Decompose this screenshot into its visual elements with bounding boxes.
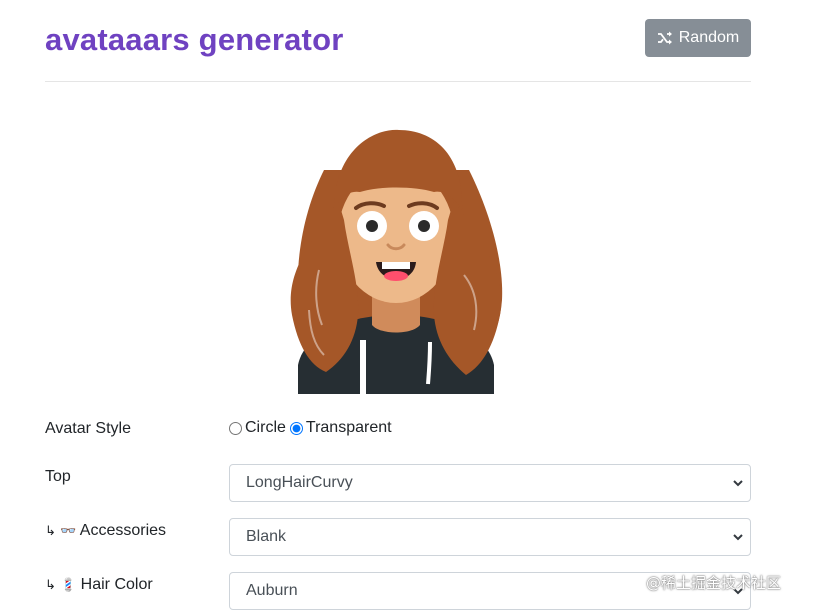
avatar-tongue [384, 271, 408, 281]
accessories-label: ↳ 👓 Accessories [45, 522, 166, 540]
avatar-pupil-right [418, 220, 430, 232]
header-divider [45, 81, 751, 82]
accessories-prefix-icon: ↳ 👓 [45, 524, 77, 539]
avatar-pupil-left [366, 220, 378, 232]
avatar-preview [290, 129, 503, 394]
transparent-radio-label: Transparent [305, 419, 392, 436]
top-select-value: LongHairCurvy [246, 474, 353, 491]
avatar-shirt-stripe-2 [426, 341, 432, 385]
chevron-down-icon [733, 480, 743, 487]
transparent-radio[interactable] [289, 421, 303, 435]
hair-color-prefix-icon: ↳ 💈 [45, 578, 77, 593]
hair-color-label: ↳ 💈 Hair Color [45, 576, 153, 594]
random-button-label: Random [678, 29, 740, 46]
circle-radio-label: Circle [245, 419, 286, 436]
shuffle-icon [657, 31, 672, 45]
avatar-shirt-stripe [360, 340, 366, 394]
watermark: @稀土掘金技术社区 [646, 574, 782, 592]
accessories-select-value: Blank [246, 528, 287, 545]
top-select[interactable]: LongHairCurvy [229, 464, 751, 502]
avatar-style-option-transparent[interactable]: Transparent [289, 419, 392, 437]
chevron-down-icon [733, 534, 743, 541]
page-title: avataaars generator [45, 22, 344, 57]
avatar-style-option-circle[interactable]: Circle [229, 419, 286, 437]
hair-color-label-text: Hair Color [80, 576, 153, 593]
avatar-teeth [382, 262, 410, 269]
circle-radio[interactable] [229, 421, 242, 435]
top-label: Top [45, 468, 71, 485]
avatar-style-label: Avatar Style [45, 420, 131, 437]
accessories-select[interactable]: Blank [229, 518, 751, 556]
avatar-style-radio-group: Circle Transparent [229, 419, 396, 437]
accessories-label-text: Accessories [79, 522, 167, 539]
random-button[interactable]: Random [645, 19, 751, 57]
